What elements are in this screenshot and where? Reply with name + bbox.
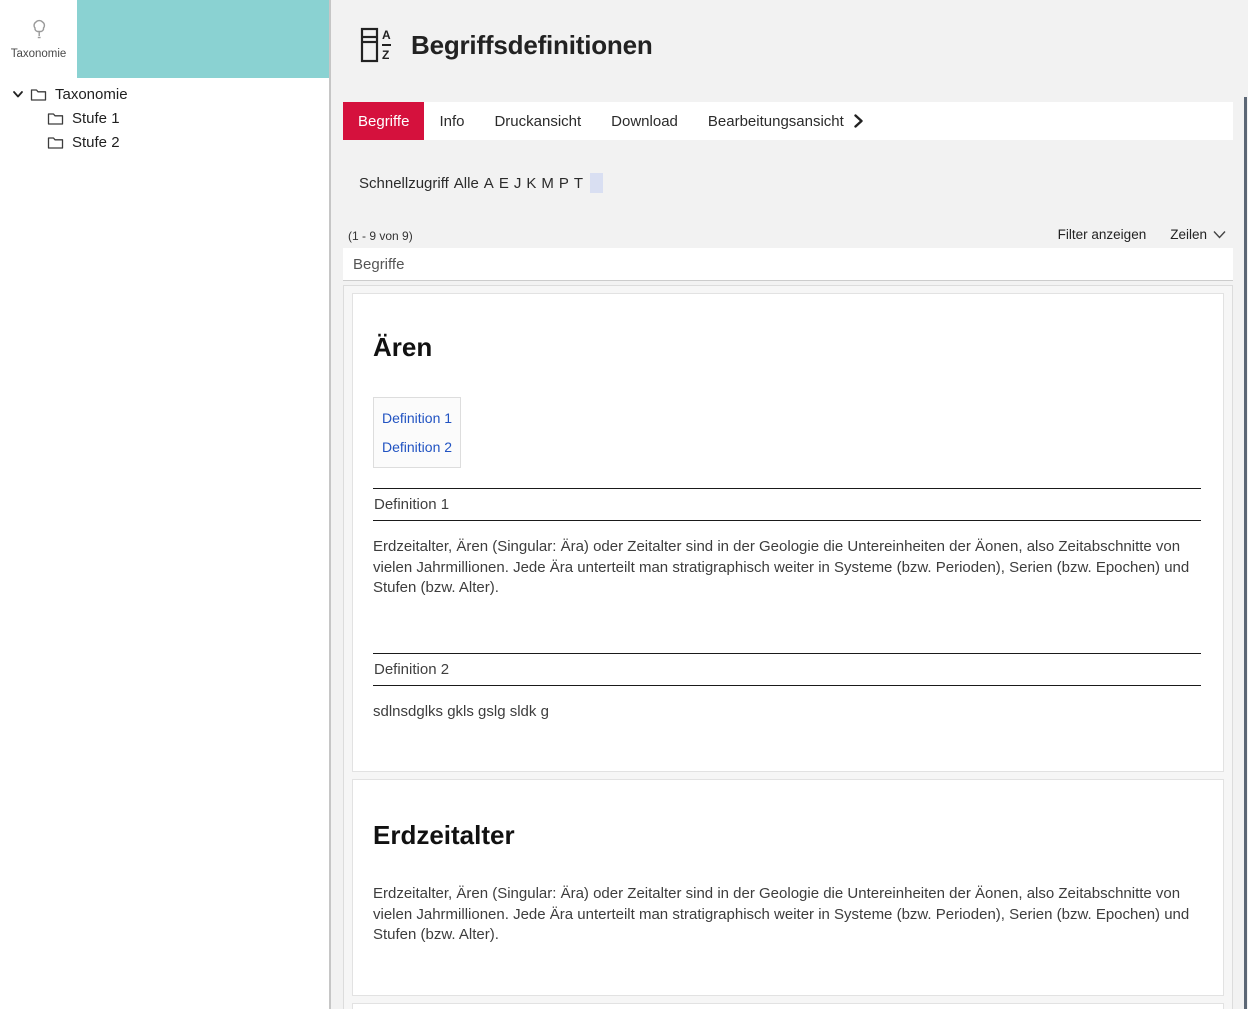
sidebar-tab-label: Taxonomie — [11, 48, 67, 60]
term-title: Erdzeitalter — [373, 820, 1201, 851]
list-meta-row: (1 - 9 von 9) Filter anzeigen Zeilen — [348, 227, 1226, 243]
scrollbar-thumb[interactable] — [1244, 97, 1247, 1009]
tree-node-label: Stufe 2 — [72, 134, 120, 151]
tab-label: Download — [611, 113, 678, 130]
result-range-label: (1 - 9 von 9) — [348, 229, 413, 243]
tab-begriffe[interactable]: Begriffe — [343, 102, 424, 140]
quick-access-letter[interactable]: J — [514, 175, 522, 192]
tab-bearbeitungsansicht[interactable]: Bearbeitungsansicht — [693, 102, 879, 140]
definition-section-label: Definition 2 — [373, 653, 1201, 686]
column-header-label: Begriffe — [353, 256, 404, 273]
folder-icon — [47, 111, 64, 126]
definition-section-label: Definition 1 — [373, 488, 1201, 521]
tab-label: Info — [439, 113, 464, 130]
definition-2-link[interactable]: Definition 2 — [382, 439, 452, 455]
definition-1-link[interactable]: Definition 1 — [382, 410, 452, 426]
svg-text:A: A — [382, 28, 391, 42]
definition-text: sdlnsdglks gkls gslg sldk g — [373, 702, 1201, 723]
page-header: A Z Begriffsdefinitionen — [360, 26, 653, 64]
quick-access-letter[interactable]: M — [541, 175, 554, 192]
chevron-down-icon — [1213, 230, 1226, 239]
definition-links-box: Definition 1 Definition 2 — [373, 397, 461, 468]
tab-label: Druckansicht — [494, 113, 581, 130]
quick-access-letter[interactable]: T — [574, 175, 583, 192]
rows-dropdown[interactable]: Zeilen — [1170, 227, 1226, 242]
folder-icon — [47, 135, 64, 150]
tab-download[interactable]: Download — [596, 102, 693, 140]
tab-info[interactable]: Info — [424, 102, 479, 140]
chevron-right-icon — [853, 114, 864, 128]
tree-node-stufe-2[interactable]: Stufe 2 — [0, 130, 329, 154]
term-card-partial — [352, 1003, 1224, 1009]
folder-icon — [30, 87, 47, 102]
sidebar: Taxonomie Taxonomie — [0, 0, 331, 1009]
quick-access-bar: Schnellzugriff Alle A E J K M P T — [359, 173, 603, 193]
tab-druckansicht[interactable]: Druckansicht — [479, 102, 596, 140]
quick-access-letter[interactable]: A — [484, 175, 494, 192]
tree-node-stufe-1[interactable]: Stufe 1 — [0, 106, 329, 130]
taxonomy-tree: Taxonomie Stufe 1 Stufe 2 — [0, 78, 329, 154]
definition-section: Definition 2 sdlnsdglks gkls gslg sldk g — [373, 653, 1201, 723]
quick-access-letter[interactable]: E — [499, 175, 509, 192]
tab-label: Begriffe — [358, 113, 409, 130]
glossary-az-icon: A Z — [360, 26, 396, 64]
quick-access-alle[interactable]: Alle — [454, 175, 479, 192]
tab-strip: Begriffe Info Druckansicht Download Bear… — [343, 102, 1233, 140]
chevron-down-icon[interactable] — [11, 87, 25, 101]
page-title: Begriffsdefinitionen — [411, 30, 653, 61]
sidebar-top: Taxonomie — [0, 0, 329, 78]
rows-dropdown-label: Zeilen — [1170, 227, 1207, 242]
quick-access-label: Schnellzugriff — [359, 175, 449, 192]
filter-toggle-link[interactable]: Filter anzeigen — [1058, 227, 1147, 242]
definition-section: Definition 1 Erdzeitalter, Ären (Singula… — [373, 488, 1201, 599]
svg-text:Z: Z — [382, 48, 389, 62]
tree-node-label: Stufe 1 — [72, 110, 120, 127]
quick-access-letter[interactable]: K — [526, 175, 536, 192]
term-list: Ären Definition 1 Definition 2 Definitio… — [343, 285, 1233, 1009]
quick-access-selection-highlight — [590, 173, 603, 193]
sidebar-tab-taxonomie[interactable]: Taxonomie — [0, 0, 77, 78]
tab-label: Bearbeitungsansicht — [708, 113, 844, 130]
quick-access-letter[interactable]: P — [559, 175, 569, 192]
tree-node-taxonomie[interactable]: Taxonomie — [0, 82, 329, 106]
teal-header-block — [77, 0, 329, 78]
term-card-erdzeitalter: Erdzeitalter Erdzeitalter, Ären (Singula… — [352, 779, 1224, 996]
term-title: Ären — [373, 332, 1201, 363]
definition-text: Erdzeitalter, Ären (Singular: Ära) oder … — [373, 884, 1201, 946]
table-column-header[interactable]: Begriffe — [343, 248, 1233, 281]
app-window: Taxonomie Taxonomie — [0, 0, 1248, 1009]
definition-text: Erdzeitalter, Ären (Singular: Ära) oder … — [373, 537, 1201, 599]
term-card-aeren: Ären Definition 1 Definition 2 Definitio… — [352, 293, 1224, 772]
tree-node-label: Taxonomie — [55, 86, 128, 103]
main-panel: A Z Begriffsdefinitionen Begriffe Info D… — [331, 0, 1248, 1009]
tree-icon — [27, 18, 51, 42]
